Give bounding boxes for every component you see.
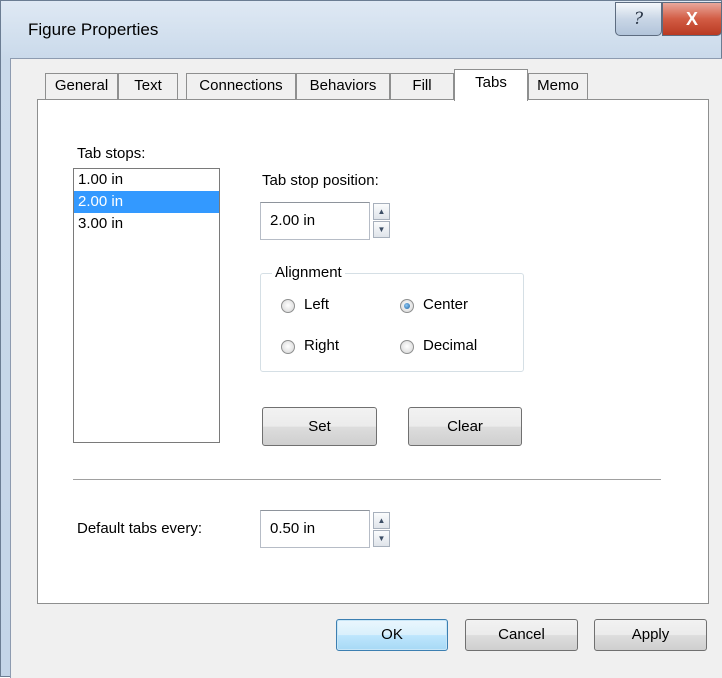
list-item[interactable]: 1.00 in xyxy=(74,169,219,191)
radio-decimal[interactable] xyxy=(400,340,414,354)
spin-up-icon[interactable]: ▲ xyxy=(373,512,390,529)
apply-button[interactable]: Apply xyxy=(594,619,707,651)
radio-right[interactable] xyxy=(281,340,295,354)
help-icon: ? xyxy=(633,9,644,29)
tab-text[interactable]: Text xyxy=(118,73,178,99)
default-tabs-input[interactable]: 0.50 in xyxy=(260,510,370,548)
tab-stop-position-label: Tab stop position: xyxy=(262,172,379,189)
radio-center-label[interactable]: Center xyxy=(423,296,468,313)
tab-memo[interactable]: Memo xyxy=(528,73,588,99)
help-button[interactable]: ? xyxy=(615,2,662,36)
list-item[interactable]: 3.00 in xyxy=(74,213,219,235)
window-title: Figure Properties xyxy=(28,20,159,39)
set-button[interactable]: Set xyxy=(262,407,377,446)
default-tabs-label: Default tabs every: xyxy=(77,520,203,537)
tab-connections[interactable]: Connections xyxy=(186,73,296,99)
tab-stop-position-input[interactable]: 2.00 in xyxy=(260,202,370,240)
spin-down-icon[interactable]: ▼ xyxy=(373,530,390,547)
close-button[interactable]: X xyxy=(662,2,722,36)
tab-tabs[interactable]: Tabs xyxy=(454,69,528,101)
spin-down-icon[interactable]: ▼ xyxy=(373,221,390,238)
alignment-legend: Alignment xyxy=(272,264,345,281)
clear-button[interactable]: Clear xyxy=(408,407,522,446)
ok-button[interactable]: OK xyxy=(336,619,448,651)
separator xyxy=(73,479,661,480)
close-icon: X xyxy=(685,8,698,29)
radio-left-label[interactable]: Left xyxy=(304,296,329,313)
spin-up-icon[interactable]: ▲ xyxy=(373,203,390,220)
tab-fill[interactable]: Fill xyxy=(390,73,454,99)
cancel-button[interactable]: Cancel xyxy=(465,619,578,651)
radio-left[interactable] xyxy=(281,299,295,313)
tab-general[interactable]: General xyxy=(45,73,118,99)
radio-decimal-label[interactable]: Decimal xyxy=(423,337,477,354)
tab-stops-list[interactable]: 1.00 in 2.00 in 3.00 in xyxy=(73,168,220,443)
radio-center[interactable] xyxy=(400,299,414,313)
tab-stops-label: Tab stops: xyxy=(77,145,146,162)
list-item-selected[interactable]: 2.00 in xyxy=(74,191,219,213)
tab-behaviors[interactable]: Behaviors xyxy=(296,73,390,99)
radio-right-label[interactable]: Right xyxy=(304,337,339,354)
alignment-group xyxy=(260,273,524,372)
